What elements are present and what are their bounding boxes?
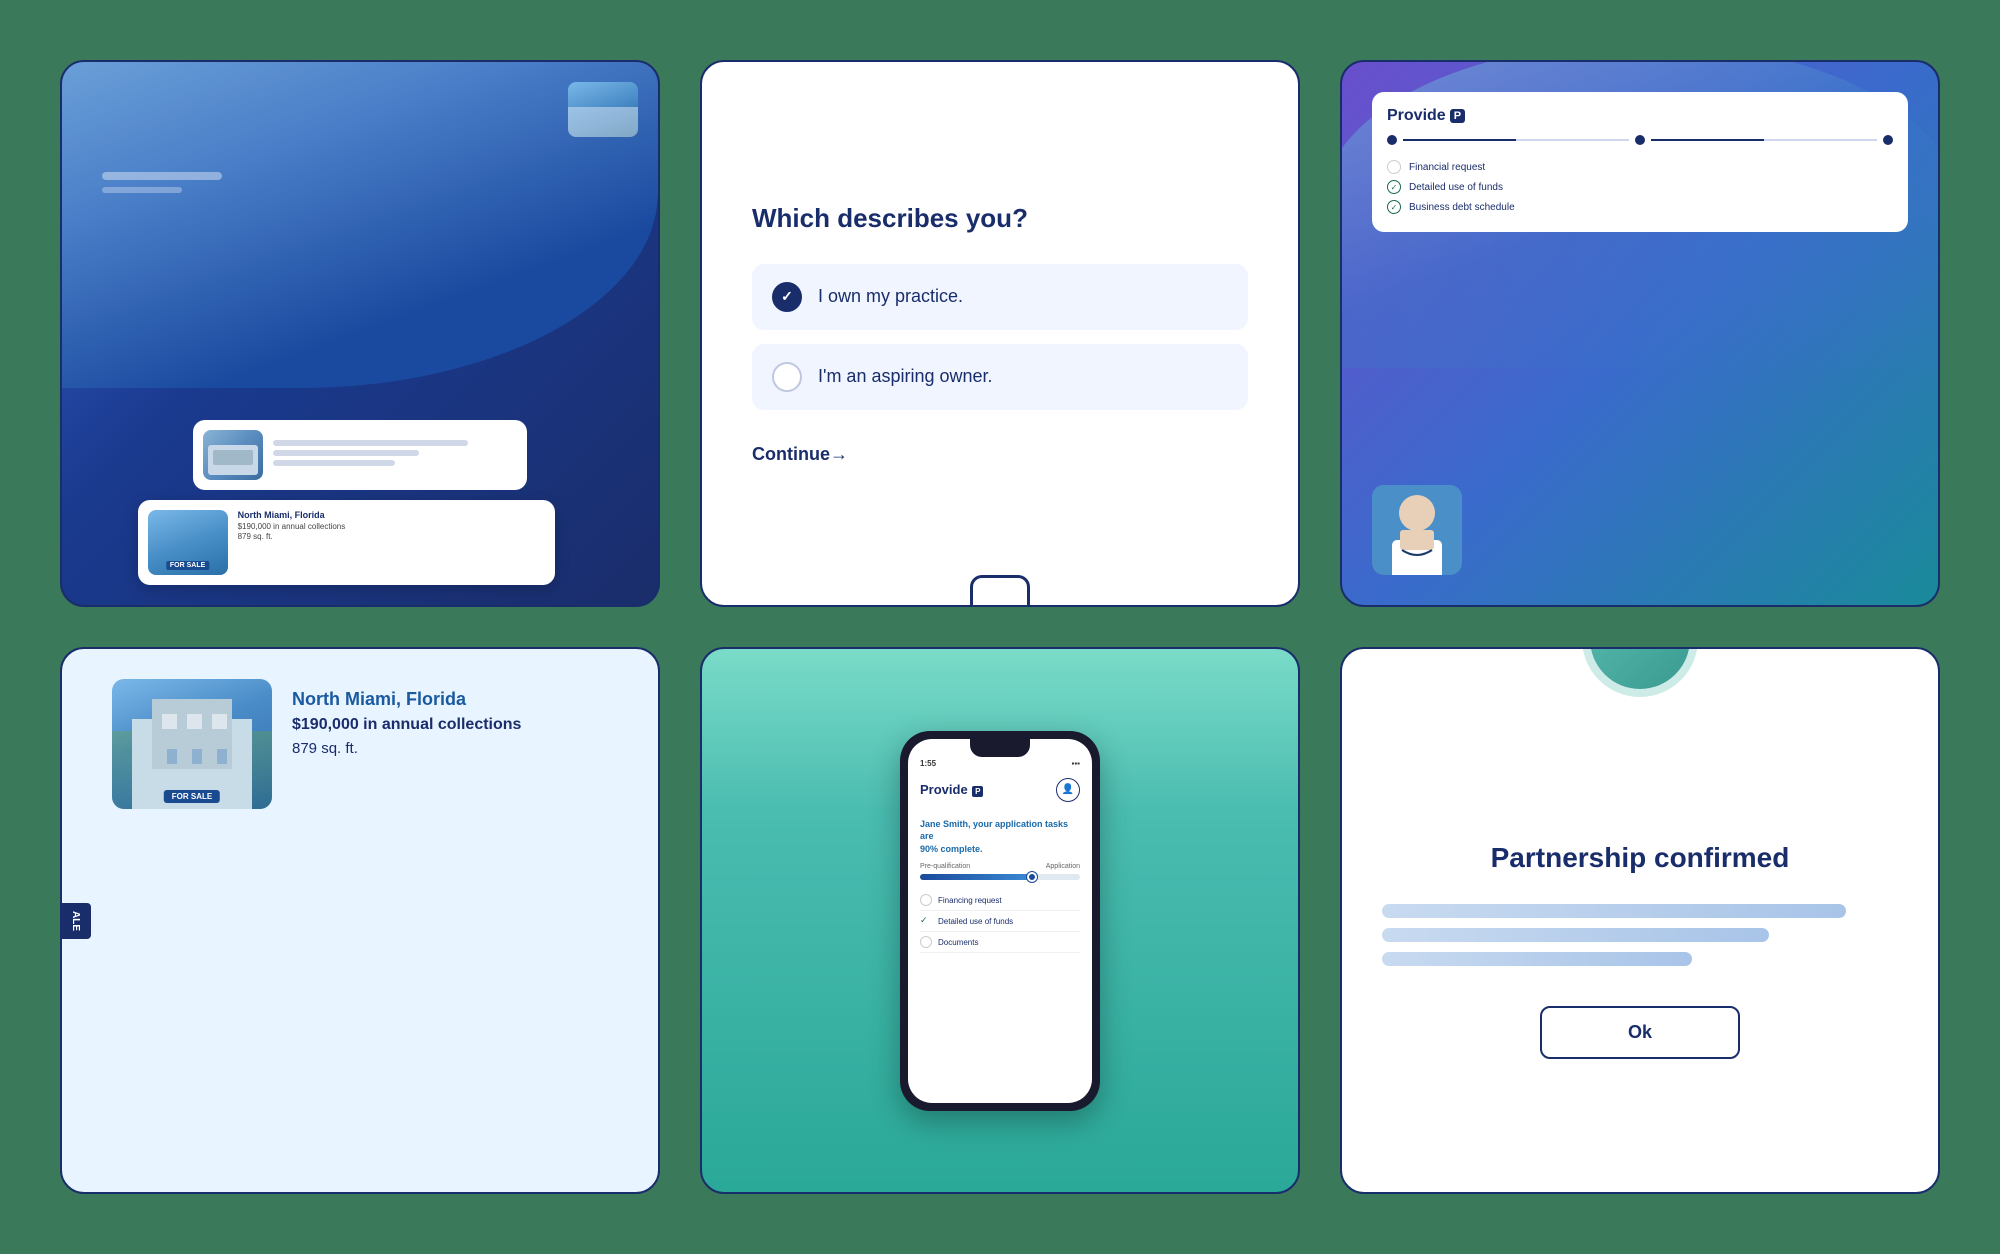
phone-progress: Pre-qualification Application <box>920 863 1080 880</box>
provide-panel: Provide P Financial request ✓ Detailed u… <box>1372 92 1908 232</box>
phone-notch <box>970 739 1030 757</box>
phone-progress-labels: Pre-qualification Application <box>920 863 1080 870</box>
phone-task-0[interactable]: Financing request <box>920 890 1080 911</box>
property-sqft-large: 879 sq. ft. <box>292 740 628 757</box>
progress-bar <box>1387 135 1893 145</box>
option-aspiring-label: I'm an aspiring owner. <box>818 366 993 387</box>
card-provide-desktop: Provide P Financial request ✓ Detailed u… <box>1340 60 1940 607</box>
phone-task-1[interactable]: ✓ Detailed use of funds <box>920 911 1080 932</box>
option-own[interactable]: I own my practice. <box>752 264 1248 330</box>
property-details: North Miami, Florida $190,000 in annual … <box>292 679 628 757</box>
property-collections-small: $190,000 in annual collections <box>238 522 545 531</box>
card-property-app: North Miami, Florida $190,000 in annual … <box>60 60 660 607</box>
ok-button[interactable]: Ok <box>1540 1006 1740 1059</box>
phone-provide-badge: P <box>972 786 983 797</box>
property-card-large: North Miami, Florida $190,000 in annual … <box>138 500 555 585</box>
confirmed-title: Partnership confirmed <box>1491 842 1790 874</box>
quiz-title: Which describes you? <box>752 203 1248 234</box>
property-city-large: North Miami, Florida <box>292 689 628 710</box>
card-mobile-app: 1:55 ▪▪▪ Provide P 👤 Jane Smith, your ap… <box>700 647 1300 1194</box>
skeleton-line-3 <box>1382 952 1692 966</box>
check-icon: ✓ <box>1622 647 1659 661</box>
card-partnership-confirmed: ✓ Partnership confirmed Ok <box>1340 647 1940 1194</box>
phone-progress-thumb <box>1027 872 1037 882</box>
phone-task-circle-0 <box>920 894 932 906</box>
checkbox-aspiring[interactable] <box>772 362 802 392</box>
phone-header: Provide P 👤 <box>908 774 1092 810</box>
property-city-small: North Miami, Florida <box>238 510 545 520</box>
property-image-large: FOR SALE <box>112 679 272 809</box>
provide-logo-badge: P <box>1450 109 1465 123</box>
checklist-item-0: Financial request <box>1387 157 1893 177</box>
card-property-detail: ALE FOR SALE North Mi <box>60 647 660 1194</box>
phone-time: 1:55 <box>920 759 936 768</box>
property-collections-large: $190,000 in annual collections <box>292 716 628 734</box>
phone-user-icon[interactable]: 👤 <box>1056 778 1080 802</box>
checklist-circle-0 <box>1387 160 1401 174</box>
phone-task-2[interactable]: Documents <box>920 932 1080 953</box>
phone-completion: 90% complete. <box>920 844 983 854</box>
doctor-avatar <box>1372 485 1462 575</box>
property-sqft-small: 879 sq. ft. <box>238 532 545 541</box>
option-aspiring[interactable]: I'm an aspiring owner. <box>752 344 1248 410</box>
check-circle-container: ✓ <box>1590 647 1690 739</box>
phone-task-list: Financing request ✓ Detailed use of fund… <box>920 890 1080 953</box>
property-card-small <box>193 420 527 490</box>
continue-button[interactable]: Continue→ <box>752 444 1248 465</box>
phone-screen: 1:55 ▪▪▪ Provide P 👤 Jane Smith, your ap… <box>908 739 1092 1103</box>
checklist-item-1: ✓ Detailed use of funds <box>1387 177 1893 197</box>
skeleton-line-2 <box>1382 928 1769 942</box>
provide-logo: Provide P <box>1387 107 1893 125</box>
skeleton-line-1 <box>1382 904 1846 918</box>
card-quiz: Which describes you? I own my practice. … <box>700 60 1300 607</box>
phone-greeting: Jane Smith, your application tasks are 9… <box>920 818 1080 856</box>
phone-provide-name: Provide P <box>920 781 983 799</box>
for-sale-badge-vertical: ALE <box>60 903 91 939</box>
checkbox-own[interactable] <box>772 282 802 312</box>
option-own-label: I own my practice. <box>818 286 963 307</box>
check-circle-large: ✓ <box>1590 647 1690 689</box>
for-sale-label: FOR SALE <box>164 790 220 803</box>
phone-progress-track <box>920 874 1080 880</box>
phone-progress-fill <box>920 874 1032 880</box>
phone-task-check-1: ✓ <box>920 915 932 927</box>
checklist-check-1: ✓ <box>1387 180 1401 194</box>
checklist-check-2: ✓ <box>1387 200 1401 214</box>
skeleton-lines <box>1382 904 1898 976</box>
phone-content: Jane Smith, your application tasks are 9… <box>908 810 1092 962</box>
checklist-item-2: ✓ Business debt schedule <box>1387 197 1893 217</box>
phone-signal: ▪▪▪ <box>1071 759 1080 768</box>
phone-mockup: 1:55 ▪▪▪ Provide P 👤 Jane Smith, your ap… <box>900 731 1100 1111</box>
phone-task-circle-2 <box>920 936 932 948</box>
